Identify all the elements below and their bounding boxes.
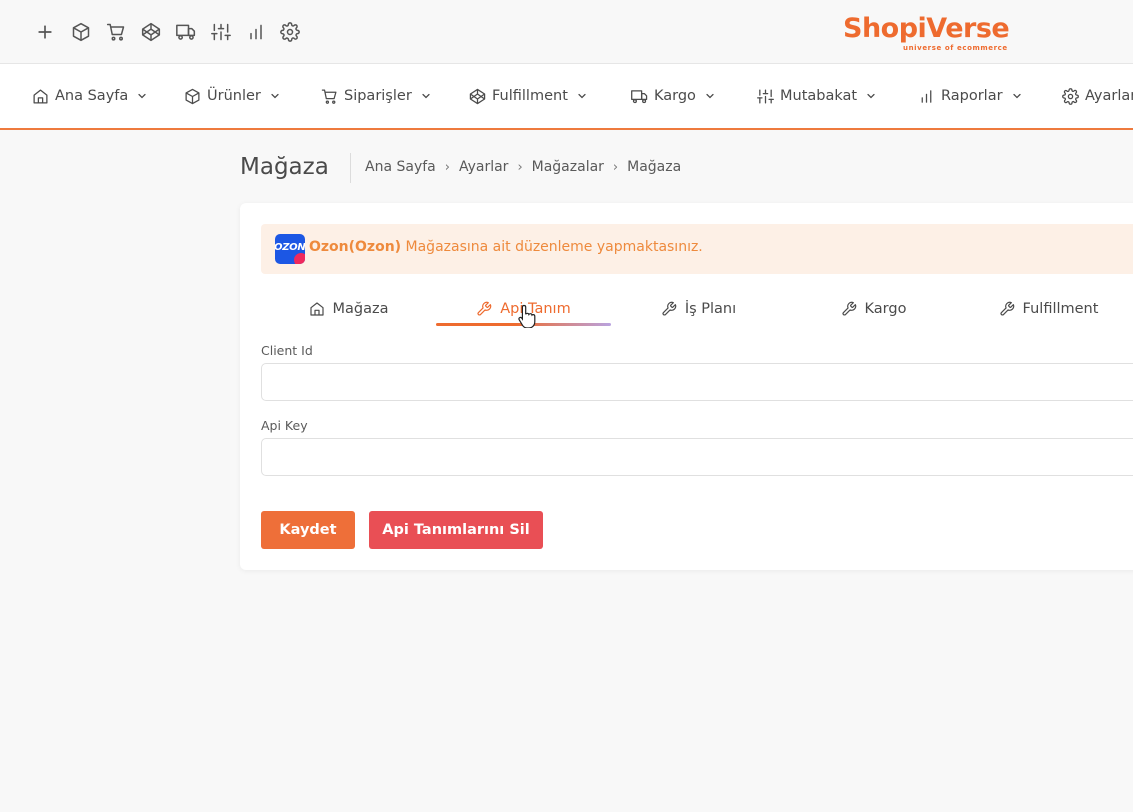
api-key-field[interactable] [261,438,1133,476]
save-button[interactable]: Kaydet [261,511,355,549]
tab-fulfillment[interactable]: Fulfillment [961,291,1133,327]
tab-is-plani[interactable]: İş Planı [611,291,786,327]
client-id-label: Client Id [261,343,313,358]
nav-item-ana-sayfa[interactable]: Ana Sayfa [32,64,148,128]
breadcrumb-item-magaza: Mağaza [627,159,682,175]
home-icon [33,88,48,104]
breadcrumb-item-ayarlar[interactable]: Ayarlar [459,159,508,175]
tab-label: Kargo [864,301,907,317]
client-id-field[interactable] [261,363,1133,401]
cart-icon [321,88,337,104]
gear-icon[interactable] [278,20,302,44]
truck-icon[interactable] [174,20,198,44]
chevron-down-icon [578,93,586,99]
chevron-down-icon [271,93,279,99]
codepen-icon [469,88,486,104]
ozon-logo-icon: OZON [275,234,305,264]
nav-item-siparisler[interactable]: Siparişler [321,64,432,128]
nav-label: Fulfillment [492,88,568,104]
codepen-icon[interactable] [139,20,163,44]
sliders-icon [757,88,774,104]
breadcrumb: Ana Sayfa › Ayarlar › Mağazalar › Mağaza [365,159,681,175]
top-toolbar: ShopiVerse universe of ecommerce [0,0,1133,64]
store-tabs: Mağaza Api Tanım İş Planı Kargo Fulfillm… [261,291,1133,327]
brand-tagline: universe of ecommerce [903,44,1008,52]
brand-logo[interactable]: ShopiVerse universe of ecommerce [843,12,1023,56]
main-navbar: Ana Sayfa Ürünler Siparişler Fulfillment… [0,64,1133,130]
bar-chart-icon [921,89,932,103]
breadcrumb-item-magazalar[interactable]: Mağazalar [532,159,604,175]
tab-label: İş Planı [684,301,737,317]
api-key-label: Api Key [261,418,308,433]
wrench-icon [662,301,677,316]
nav-label: Ana Sayfa [55,88,129,104]
sliders-icon[interactable] [209,20,233,44]
alert-text: Mağazasına ait düzenleme yapmaktasınız. [401,239,703,255]
box-icon [185,88,200,104]
gear-icon [1062,87,1079,105]
nav-label: Ayarlar [1085,88,1133,104]
chevron-down-icon [422,93,430,99]
nav-item-raporlar[interactable]: Raporlar [918,64,1023,128]
brand-name: ShopiVerse [843,13,1010,44]
nav-label: Siparişler [344,88,412,104]
chevron-down-icon [138,93,146,99]
chevron-down-icon [1012,93,1021,99]
cart-icon[interactable] [104,20,128,44]
store-edit-card: OZON Ozon(Ozon) Mağazasına ait düzenleme… [240,203,1133,570]
ozon-logo-text: OZON [275,242,305,253]
alert-message: Ozon(Ozon) Mağazasına ait düzenleme yapm… [309,239,703,255]
tab-label: Fulfillment [1022,301,1099,317]
breadcrumb-item-ana-sayfa[interactable]: Ana Sayfa [365,159,436,175]
hand-cursor-icon [518,304,536,328]
bar-chart-icon[interactable] [244,20,268,44]
chevron-right-icon: › [517,159,523,175]
tab-kargo[interactable]: Kargo [786,291,961,327]
wrench-icon [842,301,856,316]
nav-label: Ürünler [207,88,261,104]
box-icon[interactable] [69,20,93,44]
title-divider [350,153,351,183]
nav-item-urunler[interactable]: Ürünler [184,64,281,128]
nav-item-mutabakat[interactable]: Mutabakat [757,64,877,128]
wrench-icon [1000,301,1014,316]
home-icon [309,302,324,316]
nav-item-ayarlar[interactable]: Ayarlar [1062,64,1133,128]
nav-label: Kargo [654,88,696,104]
nav-label: Raporlar [941,88,1003,104]
chevron-down-icon [867,93,875,99]
delete-api-definitions-button[interactable]: Api Tanımlarını Sil [369,511,543,549]
tab-label: Mağaza [332,301,389,317]
chevron-right-icon: › [612,159,619,175]
chevron-down-icon [706,93,714,99]
nav-item-fulfillment[interactable]: Fulfillment [469,64,588,128]
wrench-icon [477,301,492,316]
truck-icon [631,89,648,103]
page-title: Mağaza [240,154,329,180]
plus-icon[interactable] [33,20,57,44]
store-alert: OZON Ozon(Ozon) Mağazasına ait düzenleme… [261,224,1133,274]
nav-label: Mutabakat [780,88,858,104]
chevron-right-icon: › [444,159,450,175]
nav-item-kargo[interactable]: Kargo [631,64,716,128]
tab-magaza[interactable]: Mağaza [261,291,436,327]
alert-store-name: Ozon(Ozon) [309,239,402,255]
